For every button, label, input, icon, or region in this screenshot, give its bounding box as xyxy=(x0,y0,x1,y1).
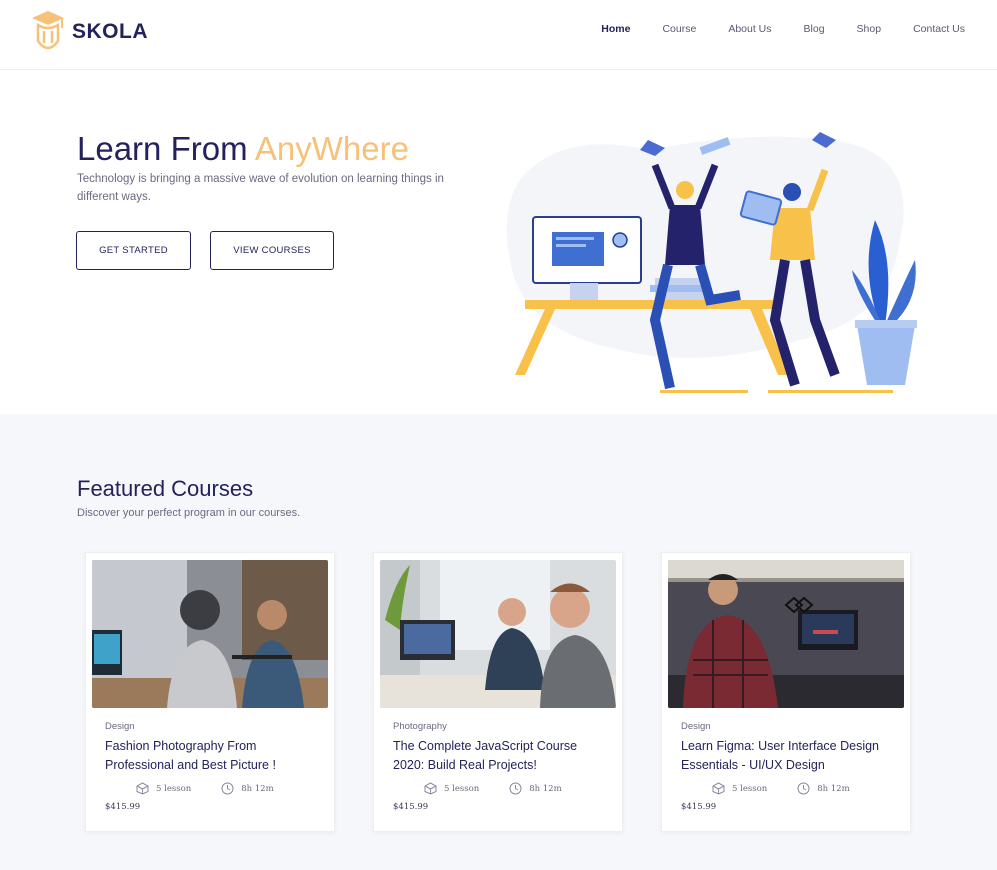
lesson-label: 5 lesson xyxy=(732,783,768,794)
podcast-photo-icon xyxy=(92,560,328,708)
lesson-label: 5 lesson xyxy=(444,783,480,794)
main-nav: Home Course About Us Blog Shop Contact U… xyxy=(569,22,965,36)
course-meta: 5 lesson 8h 12m xyxy=(136,782,304,795)
desk-photo-icon xyxy=(668,560,904,708)
lesson-count: 5 lesson xyxy=(424,782,479,795)
course-price: $415.99 xyxy=(393,802,429,812)
course-image[interactable] xyxy=(668,560,904,708)
course-duration: 8h 12m xyxy=(509,782,562,795)
cube-icon xyxy=(712,782,725,795)
course-title[interactable]: The Complete JavaScript Course 2020: Bui… xyxy=(393,737,608,775)
lesson-count: 5 lesson xyxy=(712,782,767,795)
course-card[interactable]: Photography The Complete JavaScript Cour… xyxy=(373,552,623,832)
course-meta: 5 lesson 8h 12m xyxy=(712,782,880,795)
nav-blog[interactable]: Blog xyxy=(804,22,825,36)
course-meta: 5 lesson 8h 12m xyxy=(424,782,592,795)
hero-title: Learn From AnyWhere xyxy=(77,130,409,168)
duration-label: 8h 12m xyxy=(241,783,274,794)
celebration-illustration xyxy=(506,132,917,393)
nav-about-us[interactable]: About Us xyxy=(728,22,771,36)
nav-course[interactable]: Course xyxy=(662,22,696,36)
course-duration: 8h 12m xyxy=(221,782,274,795)
nav-home[interactable]: Home xyxy=(601,22,630,36)
course-category: Photography xyxy=(393,721,447,732)
course-title[interactable]: Fashion Photography From Professional an… xyxy=(105,737,320,775)
duration-label: 8h 12m xyxy=(817,783,850,794)
clock-icon xyxy=(221,782,234,795)
course-category: Design xyxy=(681,721,711,732)
clock-icon xyxy=(509,782,522,795)
lesson-count: 5 lesson xyxy=(136,782,191,795)
graduation-pencil-logo-icon xyxy=(32,11,64,50)
hero-section: Learn From AnyWhere Technology is bringi… xyxy=(0,70,997,414)
hero-subtitle: Technology is bringing a massive wave of… xyxy=(77,173,444,203)
nav-contact-us[interactable]: Contact Us xyxy=(913,22,965,36)
view-courses-button[interactable]: VIEW COURSES xyxy=(210,231,334,270)
get-started-button[interactable]: GET STARTED xyxy=(76,231,191,270)
course-price: $415.99 xyxy=(105,802,141,812)
cube-icon xyxy=(424,782,437,795)
course-card[interactable]: Design Fashion Photography From Professi… xyxy=(85,552,335,832)
course-duration: 8h 12m xyxy=(797,782,850,795)
course-image[interactable] xyxy=(92,560,328,708)
course-card[interactable]: Design Learn Figma: User Interface Desig… xyxy=(661,552,911,832)
course-title[interactable]: Learn Figma: User Interface Design Essen… xyxy=(681,737,896,775)
brand-name: SKOLA xyxy=(72,20,148,43)
hero-title-accent: AnyWhere xyxy=(254,130,409,167)
logo[interactable]: SKOLA xyxy=(30,9,148,55)
hero-title-main: Learn From xyxy=(77,130,255,167)
course-category: Design xyxy=(105,721,135,732)
nav-shop[interactable]: Shop xyxy=(857,22,882,36)
cube-icon xyxy=(136,782,149,795)
course-price: $415.99 xyxy=(681,802,717,812)
featured-subtitle: Discover your perfect program in our cou… xyxy=(77,507,301,519)
duration-label: 8h 12m xyxy=(529,783,562,794)
featured-courses-section: Featured Courses Discover your perfect p… xyxy=(0,414,997,870)
office-photo-icon xyxy=(380,560,616,708)
lesson-label: 5 lesson xyxy=(156,783,192,794)
header: SKOLA Home Course About Us Blog Shop Con… xyxy=(0,0,997,70)
featured-title: Featured Courses xyxy=(77,476,254,501)
clock-icon xyxy=(797,782,810,795)
course-image[interactable] xyxy=(380,560,616,708)
